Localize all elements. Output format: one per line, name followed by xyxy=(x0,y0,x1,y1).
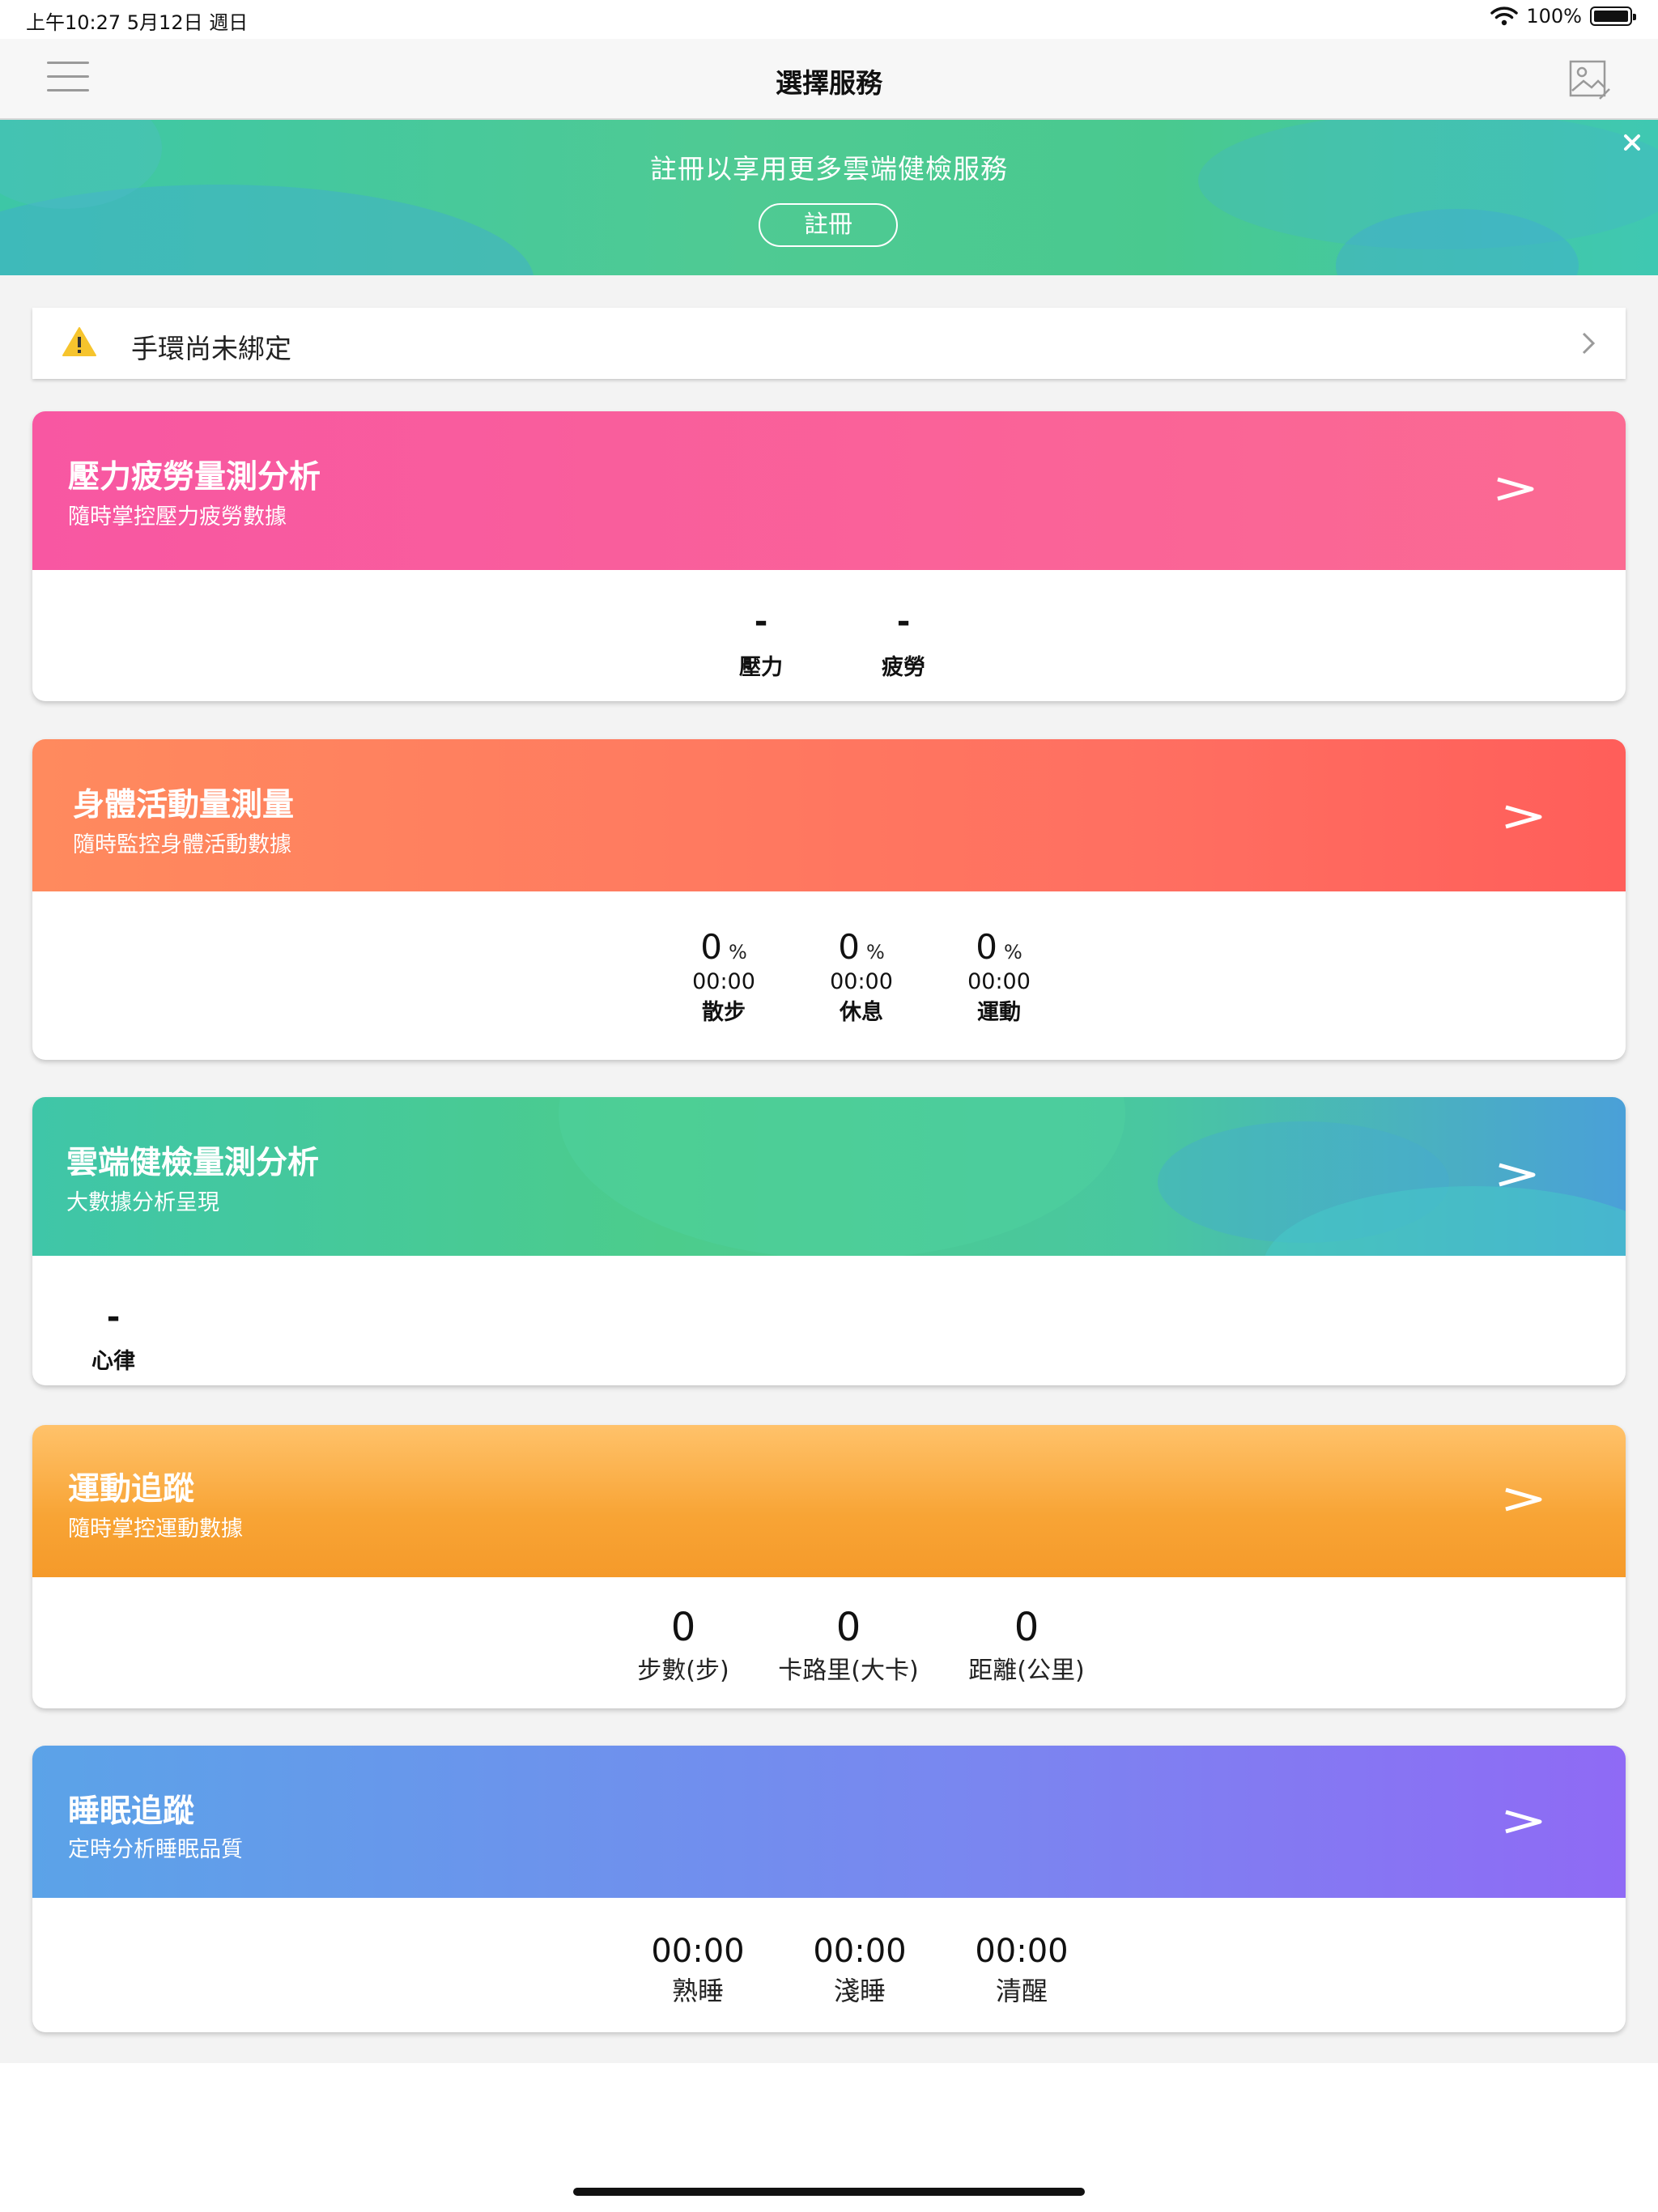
card-title: 運動追蹤 xyxy=(68,1471,195,1508)
sport-tracking-card: 運動追蹤 隨時掌控運動數據 0 步數(步) 0 卡路里(大卡) 0 距離(公里) xyxy=(32,1425,1626,1708)
metric-unit: % xyxy=(728,941,747,963)
metric-fatigue: - 疲勞 xyxy=(863,606,944,681)
card-title: 睡眠追蹤 xyxy=(68,1793,195,1830)
card-subtitle: 隨時監控身體活動數據 xyxy=(73,832,291,857)
status-time-date: 上午10:27 5月12日 週日 xyxy=(26,11,249,34)
content-area: 手環尚未綁定 壓力疲勞量測分析 隨時掌控壓力疲勞數據 - 壓力 - 疲勞 身體活… xyxy=(0,275,1658,2063)
status-bar: 上午10:27 5月12日 週日 100% xyxy=(0,0,1658,39)
metric-label: 距離(公里) xyxy=(968,1657,1085,1685)
metric-heart-rate: - 心律 xyxy=(73,1301,154,1375)
metric-label: 休息 xyxy=(840,1000,883,1025)
metric-value: 00:00 xyxy=(813,1933,907,1970)
metric-time: 00:00 xyxy=(692,969,755,994)
metric-walk: 0% 00:00 散步 xyxy=(651,930,797,1026)
metric-awake: 00:00 清醒 xyxy=(941,1935,1103,2008)
arrow-right-icon xyxy=(1505,1487,1542,1512)
card-subtitle: 隨時掌控運動數據 xyxy=(68,1516,243,1542)
metric-value: 00:00 xyxy=(651,1933,745,1970)
metric-value: 0 xyxy=(700,927,722,967)
metric-label: 疲勞 xyxy=(882,655,925,680)
metric-value: 0 xyxy=(976,927,997,967)
card-title: 雲端健檢量測分析 xyxy=(66,1145,320,1181)
metric-light-sleep: 00:00 淺睡 xyxy=(779,1935,941,2008)
metric-value: - xyxy=(896,603,911,640)
metric-exercise: 0% 00:00 運動 xyxy=(926,930,1072,1026)
status-right: 100% xyxy=(1490,5,1636,28)
card-title: 壓力疲勞量測分析 xyxy=(68,459,321,496)
metric-value: 0 xyxy=(838,927,860,967)
arrow-right-icon xyxy=(1497,477,1534,501)
notice-text: 手環尚未綁定 xyxy=(131,333,291,364)
metric-stress: - 壓力 xyxy=(721,606,801,681)
battery-percent: 100% xyxy=(1526,5,1582,28)
cloud-health-card-header[interactable]: 雲端健檢量測分析 大數據分析呈現 xyxy=(32,1097,1626,1256)
home-indicator[interactable] xyxy=(573,2188,1085,2196)
chevron-right-icon xyxy=(1582,332,1596,355)
metric-time: 00:00 xyxy=(830,969,893,994)
metric-label: 壓力 xyxy=(739,655,783,680)
metric-rest: 0% 00:00 休息 xyxy=(789,930,934,1026)
sport-tracking-card-header[interactable]: 運動追蹤 隨時掌控運動數據 xyxy=(32,1425,1626,1577)
card-subtitle: 定時分析睡眠品質 xyxy=(68,1837,243,1862)
metric-deep-sleep: 00:00 熟睡 xyxy=(617,1935,779,2008)
close-icon[interactable] xyxy=(1621,131,1643,154)
metric-distance: 0 距離(公里) xyxy=(913,1608,1140,1686)
bracelet-notice[interactable]: 手環尚未綁定 xyxy=(32,308,1626,379)
nav-bar: 選擇服務 xyxy=(0,39,1658,120)
arrow-right-icon xyxy=(1505,805,1542,829)
battery-icon xyxy=(1590,6,1636,26)
metric-unit: % xyxy=(1003,941,1022,963)
arrow-right-icon xyxy=(1505,1810,1542,1834)
metric-value: - xyxy=(106,1299,121,1336)
wifi-icon xyxy=(1490,6,1519,26)
card-title: 身體活動量測量 xyxy=(73,787,295,823)
activity-card-header[interactable]: 身體活動量測量 隨時監控身體活動數據 xyxy=(32,739,1626,891)
activity-card: 身體活動量測量 隨時監控身體活動數據 0% 00:00 散步 0% 00:00 … xyxy=(32,739,1626,1060)
metric-label: 散步 xyxy=(702,1000,746,1025)
banner-text: 註冊以享用更多雲端健檢服務 xyxy=(650,153,1008,185)
metric-label: 運動 xyxy=(977,1000,1021,1025)
stress-card: 壓力疲勞量測分析 隨時掌控壓力疲勞數據 - 壓力 - 疲勞 xyxy=(32,411,1626,701)
page-title: 選擇服務 xyxy=(776,67,882,99)
metric-label: 清醒 xyxy=(995,1976,1048,2006)
metric-label: 熟睡 xyxy=(671,1976,724,2006)
card-subtitle: 隨時掌控壓力疲勞數據 xyxy=(68,504,287,530)
metric-value: 0 xyxy=(1014,1605,1039,1650)
metric-value: 00:00 xyxy=(975,1933,1069,1970)
metric-unit: % xyxy=(865,941,885,963)
warning-icon xyxy=(62,327,96,356)
card-subtitle: 大數據分析呈現 xyxy=(66,1190,219,1215)
image-edit-icon[interactable] xyxy=(1567,58,1611,102)
arrow-right-icon xyxy=(1499,1163,1536,1187)
stress-card-header[interactable]: 壓力疲勞量測分析 隨時掌控壓力疲勞數據 xyxy=(32,411,1626,570)
metric-label: 心律 xyxy=(91,1349,135,1374)
sleep-tracking-card: 睡眠追蹤 定時分析睡眠品質 00:00 熟睡 00:00 淺睡 00:00 清醒 xyxy=(32,1746,1626,2032)
cloud-health-card: 雲端健檢量測分析 大數據分析呈現 - 心律 xyxy=(32,1097,1626,1385)
metric-value: - xyxy=(754,603,768,640)
register-banner: 註冊以享用更多雲端健檢服務 註冊 xyxy=(0,120,1658,275)
metric-time: 00:00 xyxy=(967,969,1031,994)
sleep-tracking-card-header[interactable]: 睡眠追蹤 定時分析睡眠品質 xyxy=(32,1746,1626,1898)
metric-label: 淺睡 xyxy=(833,1976,886,2006)
register-button[interactable]: 註冊 xyxy=(759,203,898,247)
